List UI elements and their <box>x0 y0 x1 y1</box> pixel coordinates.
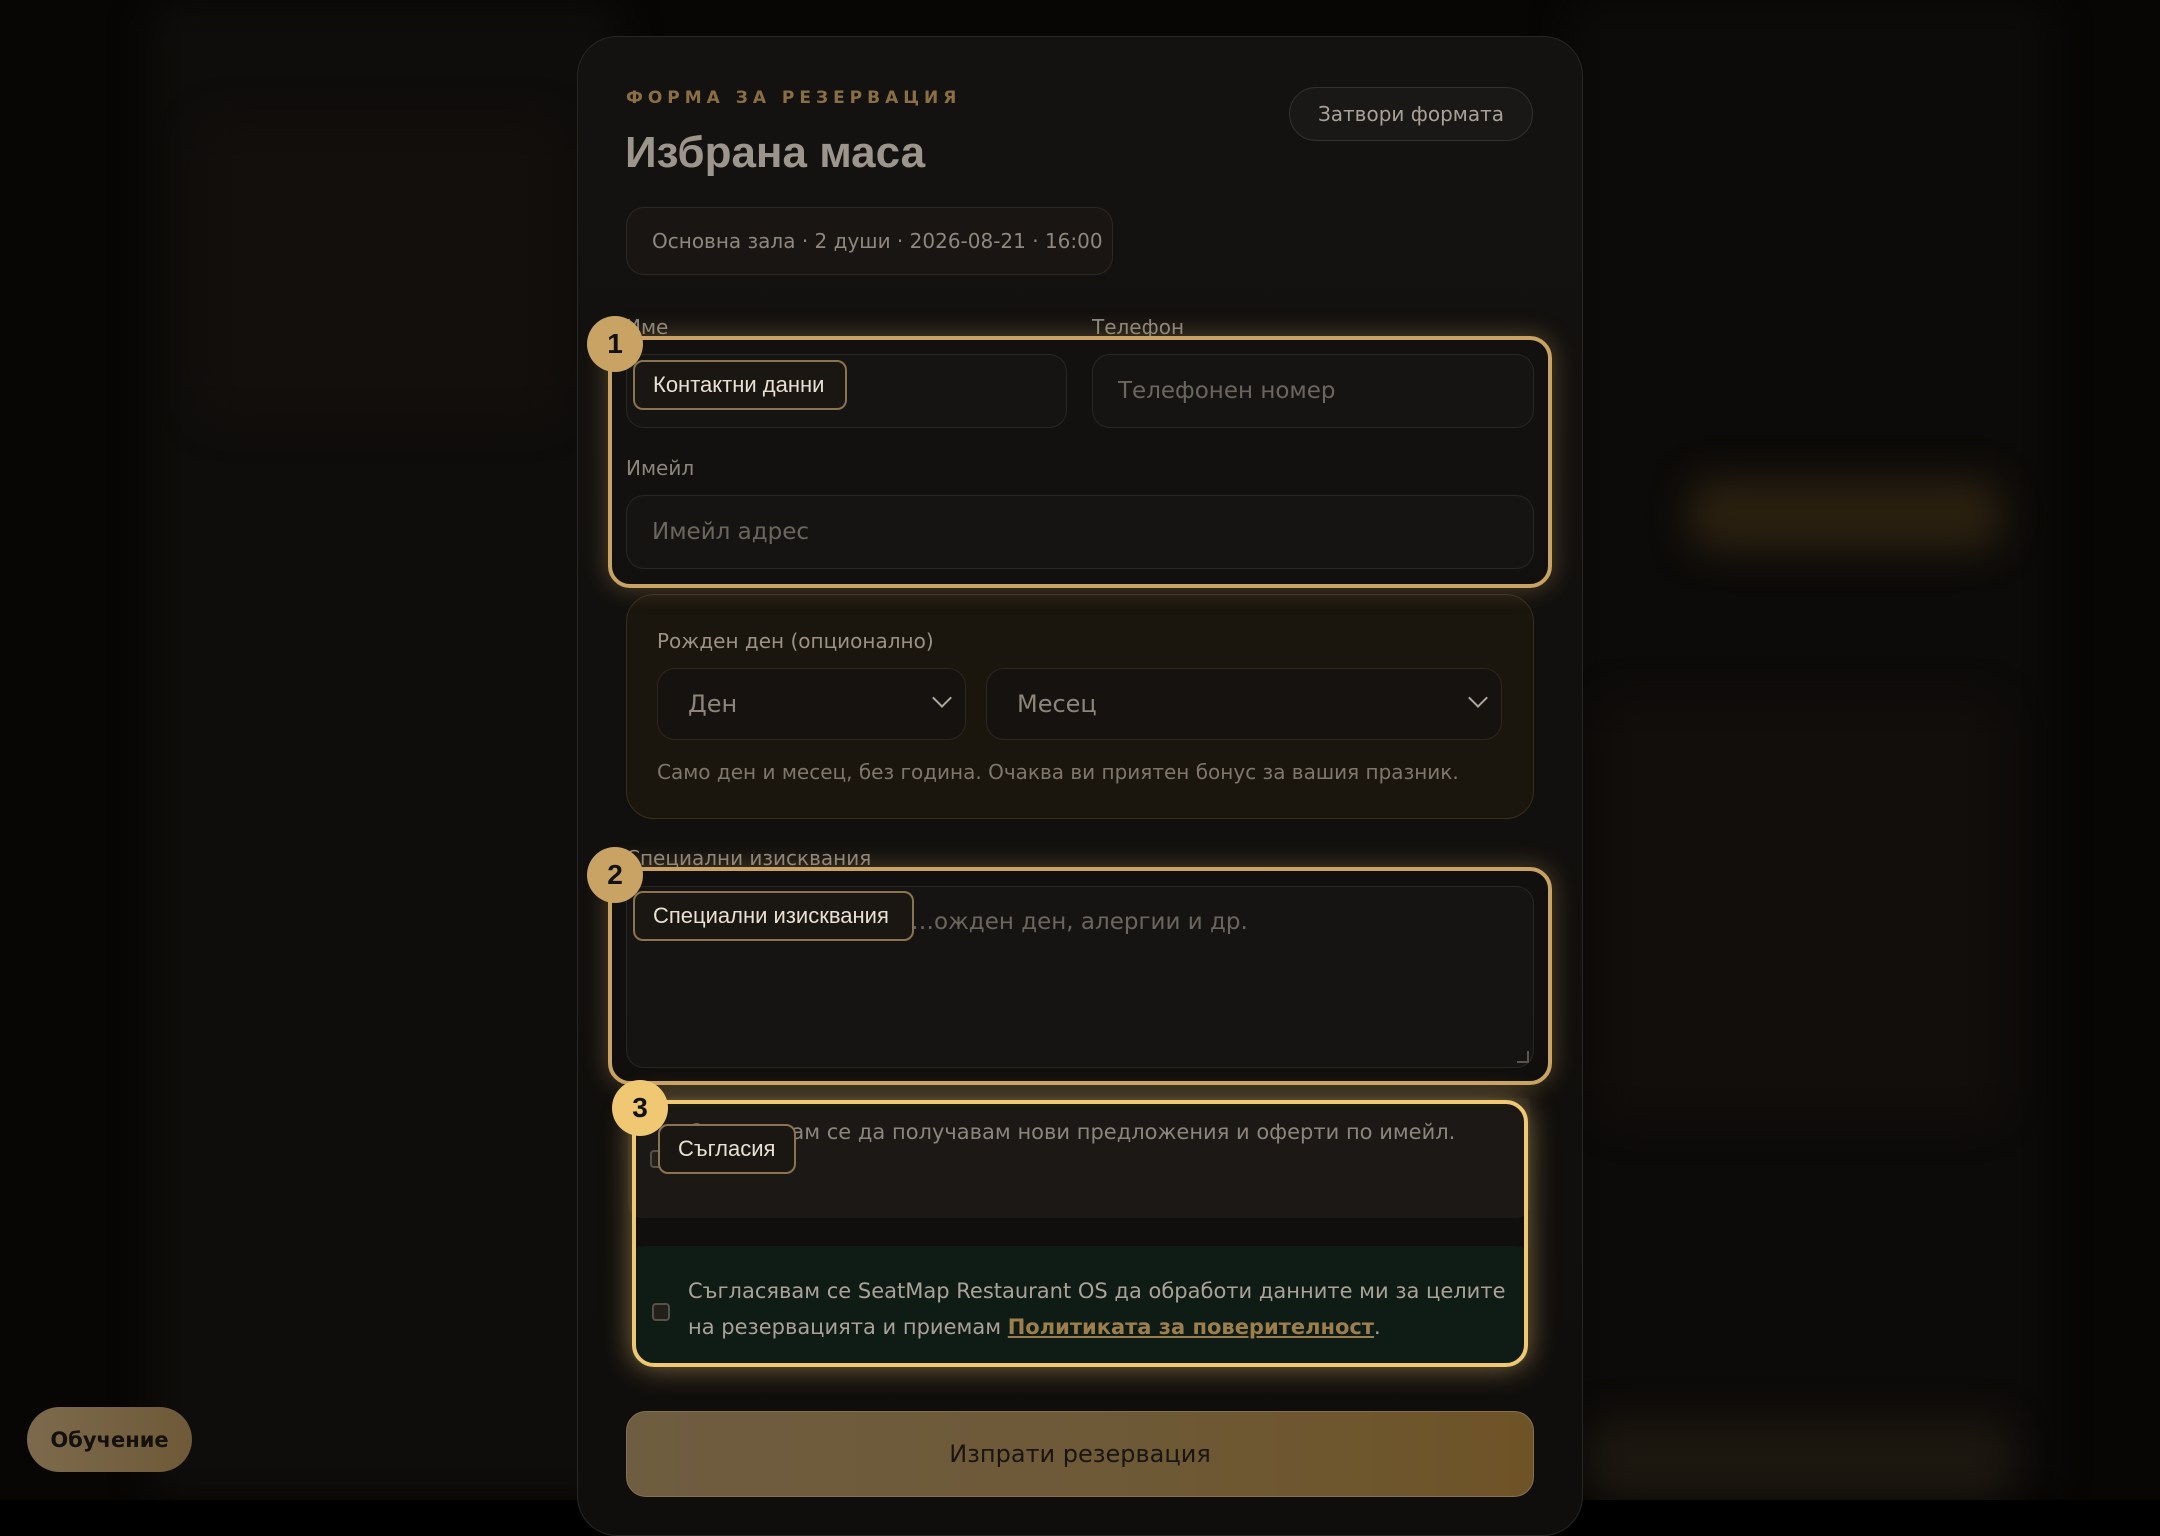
background-panel <box>1690 480 2000 550</box>
month-select-value: Месец <box>1017 690 1097 718</box>
birthday-hint: Само ден и месец, без година. Очаква ви … <box>657 760 1459 784</box>
tour-tooltip-contact: Контактни данни <box>633 360 847 410</box>
reservation-summary: Основна зала · 2 души · 2026-08-21 · 16:… <box>626 207 1113 275</box>
chevron-down-icon <box>932 688 952 708</box>
background-panel <box>1590 1420 2010 1500</box>
background-panel <box>1600 700 2000 1120</box>
tour-tooltip-consent: Съгласия <box>658 1124 796 1174</box>
background-panel <box>200 120 560 420</box>
submit-reservation-button[interactable]: Изпрати резервация <box>626 1411 1534 1497</box>
tutorial-button[interactable]: Обучение <box>27 1407 192 1472</box>
birthday-label: Рожден ден (опционално) <box>657 629 934 653</box>
tour-tooltip-special: Специални изисквания <box>633 891 914 941</box>
birthday-day-select[interactable]: Ден <box>657 668 966 740</box>
birthday-month-select[interactable]: Месец <box>986 668 1502 740</box>
form-eyebrow: ФОРМА ЗА РЕЗЕРВАЦИЯ <box>626 88 962 108</box>
chevron-down-icon <box>1468 688 1488 708</box>
page-title: Избрана маса <box>625 128 926 177</box>
day-select-value: Ден <box>688 690 738 718</box>
close-form-button[interactable]: Затвори формата <box>1289 87 1533 141</box>
